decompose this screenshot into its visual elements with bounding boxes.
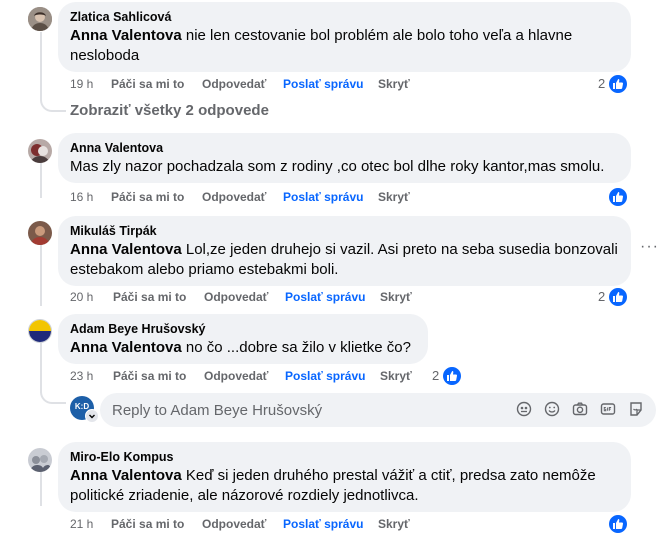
comment-actions: 20 h Páči sa mi to Odpovedať Poslať sprá… <box>70 289 430 305</box>
hide-button[interactable]: Skryť <box>378 189 410 205</box>
reaction-summary[interactable] <box>598 514 628 534</box>
like-button[interactable]: Páči sa mi to <box>111 76 184 92</box>
avatar[interactable] <box>28 448 52 472</box>
comment-bubble: Miro-Elo Kompus Anna Valentova Keď si je… <box>58 442 631 512</box>
like-button[interactable]: Páči sa mi to <box>113 289 186 305</box>
like-button[interactable]: Páči sa mi to <box>111 516 184 532</box>
smiley-icon[interactable] <box>544 401 560 417</box>
mention-link[interactable]: Anna Valentova <box>70 241 182 258</box>
thumbs-up-icon <box>608 514 628 534</box>
view-replies-link[interactable]: Zobraziť všetky 2 odpovede <box>70 102 269 119</box>
comment-author[interactable]: Miro-Elo Kompus <box>70 449 619 466</box>
comment-text: Anna Valentova nie len cestovanie bol pr… <box>70 26 619 66</box>
reply-button[interactable]: Odpovedať <box>202 189 266 205</box>
comment-time[interactable]: 21 h <box>70 516 93 532</box>
comment-bubble: Adam Beye Hrušovský Anna Valentova no čo… <box>58 314 428 364</box>
comment-time[interactable]: 16 h <box>70 189 93 205</box>
comment-actions: 23 h Páči sa mi to Odpovedať Poslať sprá… <box>70 368 430 384</box>
send-message-button[interactable]: Poslať správu <box>283 76 363 92</box>
thumbs-up-icon <box>608 187 628 207</box>
comment-actions: 16 h Páči sa mi to Odpovedať Poslať sprá… <box>70 189 430 205</box>
avatar[interactable] <box>28 221 52 245</box>
thread-line <box>40 244 42 306</box>
thread-line <box>40 32 42 92</box>
reply-button[interactable]: Odpovedať <box>202 516 266 532</box>
thread-curve <box>40 90 66 112</box>
comment-text: Anna Valentova no čo ...dobre sa žilo v … <box>70 338 416 358</box>
avatar[interactable] <box>28 7 52 31</box>
reply-placeholder: Reply to Adam Beye Hrušovský <box>112 402 323 419</box>
reaction-count: 2 <box>598 289 606 304</box>
mention-link[interactable]: Anna Valentova <box>70 467 182 484</box>
comment-actions: 21 h Páči sa mi to Odpovedať Poslať sprá… <box>70 516 430 532</box>
comment-text: Anna Valentova Lol,ze jeden druhejo si v… <box>70 240 619 280</box>
send-message-button[interactable]: Poslať správu <box>285 368 365 384</box>
avatar-icon[interactable] <box>516 401 532 417</box>
sticker-icon[interactable] <box>628 401 644 417</box>
thumbs-up-icon <box>608 74 628 94</box>
reply-button[interactable]: Odpovedať <box>202 76 266 92</box>
hide-button[interactable]: Skryť <box>378 516 410 532</box>
mention-link[interactable]: Anna Valentova <box>70 339 182 356</box>
like-button[interactable]: Páči sa mi to <box>111 189 184 205</box>
thread-line <box>40 470 42 506</box>
camera-icon[interactable] <box>572 401 588 417</box>
thumbs-up-icon <box>608 287 628 307</box>
thread-curve <box>40 380 66 404</box>
comment-author[interactable]: Adam Beye Hrušovský <box>70 321 416 338</box>
reaction-summary[interactable]: 2 <box>598 287 628 307</box>
reply-input[interactable]: Reply to Adam Beye Hrušovský <box>100 393 656 427</box>
comment-author[interactable]: Anna Valentova <box>70 140 619 157</box>
send-message-button[interactable]: Poslať správu <box>283 189 363 205</box>
comment-time[interactable]: 23 h <box>70 368 93 384</box>
comment-bubble: Zlatica Sahlicová Anna Valentova nie len… <box>58 2 631 72</box>
mention-link[interactable]: Anna Valentova <box>70 27 182 44</box>
reply-button[interactable]: Odpovedať <box>204 289 268 305</box>
comment-bubble: Anna Valentova Mas zly nazor pochadzala … <box>58 133 631 183</box>
comment-text: Anna Valentova Keď si jeden druhého pres… <box>70 466 619 506</box>
comment-text: Mas zly nazor pochadzala som z rodiny ,c… <box>70 157 619 177</box>
hide-button[interactable]: Skryť <box>380 368 412 384</box>
comment-author[interactable]: Zlatica Sahlicová <box>70 9 619 26</box>
avatar[interactable] <box>28 319 52 343</box>
reaction-summary[interactable] <box>598 187 628 207</box>
thread-line <box>40 158 42 198</box>
comment-author[interactable]: Mikuláš Tirpák <box>70 223 619 240</box>
comment-body: Mas zly nazor pochadzala som z rodiny ,c… <box>70 158 605 175</box>
thumbs-up-icon <box>442 366 462 386</box>
reaction-summary[interactable]: 2 <box>598 74 628 94</box>
comment-time[interactable]: 20 h <box>70 289 93 305</box>
reply-button[interactable]: Odpovedať <box>204 368 268 384</box>
hide-button[interactable]: Skryť <box>378 76 410 92</box>
reaction-count: 2 <box>598 76 606 91</box>
send-message-button[interactable]: Poslať správu <box>283 516 363 532</box>
chevron-down-icon[interactable] <box>85 409 99 423</box>
more-options-icon[interactable]: ··· <box>640 238 659 256</box>
gif-icon[interactable] <box>600 401 616 417</box>
comment-actions: 19 h Páči sa mi to Odpovedať Poslať sprá… <box>70 76 430 92</box>
reaction-summary[interactable]: 2 <box>432 366 462 386</box>
avatar[interactable] <box>28 139 52 163</box>
comment-body: no čo ...dobre sa žilo v klietke čo? <box>181 339 411 356</box>
comment-time[interactable]: 19 h <box>70 76 93 92</box>
comment-bubble: Mikuláš Tirpák Anna Valentova Lol,ze jed… <box>58 216 631 286</box>
reaction-count: 2 <box>432 368 440 383</box>
hide-button[interactable]: Skryť <box>380 289 412 305</box>
send-message-button[interactable]: Poslať správu <box>285 289 365 305</box>
like-button[interactable]: Páči sa mi to <box>113 368 186 384</box>
